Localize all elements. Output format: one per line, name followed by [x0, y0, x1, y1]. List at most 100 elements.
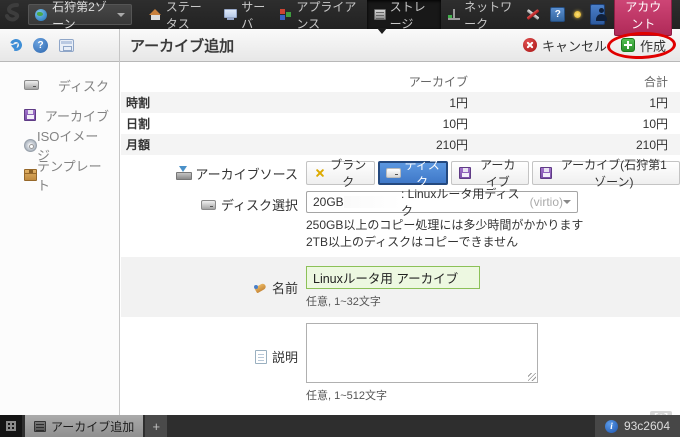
source-option-blank[interactable]: ブランク [306, 161, 375, 185]
description-textarea[interactable] [306, 323, 538, 383]
nav-label: ステータス [166, 0, 210, 32]
sidebar-item-disk[interactable]: ディスク [0, 70, 119, 100]
refresh-icon[interactable] [8, 37, 24, 53]
name-input[interactable] [306, 266, 480, 289]
disk-driver-text: (virtio) [530, 195, 563, 209]
zone-label: 石狩第2ゾーン [52, 0, 112, 32]
version-segment: 93c2604 [595, 415, 680, 437]
description-hint: 任意, 1~512文字 [306, 387, 680, 403]
archive-source-icon [176, 166, 190, 180]
top-bar: 石狩第2ゾーン ステータス サーバ アプライアンス ストレージ ネット [0, 0, 680, 29]
archive-source-row: アーカイブソース ブランク ディスク アーカイブ アーカイブ(石狩第1ゾーン) [121, 161, 680, 185]
disk-icon [24, 80, 39, 90]
nav-item-storage[interactable]: ストレージ [367, 0, 441, 29]
tools-icon[interactable] [525, 7, 541, 22]
sidebar-label: テンプレート [37, 156, 109, 194]
window-icon[interactable] [59, 39, 74, 52]
account-button[interactable]: アカウント [614, 0, 672, 36]
name-row: 名前 任意, 1~32文字 [121, 266, 680, 309]
sakura-cloud-logo [0, 0, 28, 29]
source-option-disk[interactable]: ディスク [378, 161, 448, 185]
grid-icon [6, 421, 16, 431]
tag-icon [252, 281, 267, 294]
zone-selector[interactable]: 石狩第2ゾーン [28, 4, 132, 25]
nav-label: ストレージ [390, 0, 434, 32]
disk-select-row: ディスク選択 20GB : Linuxルータ用ディスク (virtio) 250… [121, 191, 680, 251]
bottom-bar: アーカイブ追加 + 93c2604 [0, 415, 680, 437]
pricing-row-daily: 日割 10円 10円 [121, 113, 680, 134]
sidebar: ディスク アーカイブ ISOイメージ テンプレート [0, 62, 120, 415]
cancel-x-icon [523, 38, 537, 52]
storage-icon [34, 421, 46, 432]
create-button[interactable]: 作成 [621, 36, 666, 55]
create-label: 作成 [640, 36, 666, 55]
help-icon[interactable] [550, 7, 565, 22]
pricing-table: アーカイブ 合計 時割 1円 1円 日割 10円 10円 月額 210円 210… [121, 70, 680, 155]
description-row: 説明 任意, 1~512文字 [121, 323, 680, 403]
version-text: 93c2604 [624, 419, 670, 433]
name-label: 名前 [121, 278, 306, 297]
cancel-button[interactable]: キャンセル [523, 36, 607, 55]
cancel-label: キャンセル [542, 36, 607, 55]
nav-item-network[interactable]: ネットワーク [441, 0, 525, 29]
name-hint: 任意, 1~32文字 [306, 293, 680, 309]
disk-copy-help-1: 250GB以上のコピー処理には多少時間がかかります [306, 217, 680, 234]
pricing-row-hourly: 時割 1円 1円 [121, 92, 680, 113]
disk-select-dropdown[interactable]: 20GB : Linuxルータ用ディスク (virtio) [306, 191, 578, 213]
user-button[interactable] [590, 4, 605, 25]
sidebar-item-template[interactable]: テンプレート [0, 160, 119, 190]
nav-label: アプライアンス [296, 0, 359, 32]
chevron-down-icon [563, 200, 571, 204]
toolbar-left [0, 29, 120, 62]
task-tab-archive-add[interactable]: アーカイブ追加 [25, 415, 143, 437]
task-tab-label: アーカイブ追加 [51, 418, 134, 435]
blank-icon [314, 167, 326, 179]
nav-item-status[interactable]: ステータス [142, 0, 217, 29]
taskbar-grid-button[interactable] [0, 415, 22, 437]
archive-icon [459, 167, 471, 179]
nav-item-appliance[interactable]: アプライアンス [273, 0, 366, 29]
person-icon [595, 8, 608, 22]
name-field-band: 名前 任意, 1~32文字 [121, 257, 680, 317]
appliance-icon [280, 9, 292, 21]
main-content: アーカイブ 合計 時割 1円 1円 日割 10円 10円 月額 210円 210… [121, 62, 680, 415]
nav-label: サーバ [241, 0, 266, 32]
storage-icon [374, 9, 386, 20]
app-window: 石狩第2ゾーン ステータス サーバ アプライアンス ストレージ ネット [0, 0, 680, 437]
description-label: 説明 [121, 347, 306, 366]
create-plus-icon [621, 38, 635, 52]
info-icon [605, 420, 618, 433]
chevron-down-icon [117, 13, 125, 17]
archive-icon [24, 109, 36, 121]
notification-dot-icon [574, 11, 581, 18]
main-nav: ステータス サーバ アプライアンス ストレージ ネットワーク [142, 0, 526, 29]
archive-source-label: アーカイブソース [121, 164, 306, 183]
pricing-header-row: アーカイブ 合計 [121, 70, 680, 92]
pricing-col-archive: アーカイブ [281, 73, 468, 90]
network-icon [448, 9, 460, 21]
template-icon [24, 169, 37, 181]
sidebar-label: アーカイブ [45, 106, 109, 125]
pricing-col-total: 合計 [468, 73, 680, 90]
source-option-archive-zone1[interactable]: アーカイブ(石狩第1ゾーン) [532, 161, 680, 185]
action-buttons: キャンセル 作成 [523, 36, 680, 55]
globe-icon [35, 9, 47, 21]
page-title: アーカイブ追加 [120, 35, 523, 56]
disk-size-text: 20GB [313, 195, 344, 209]
source-option-archive[interactable]: アーカイブ [451, 161, 529, 185]
disk-copy-help-2: 2TB以上のディスクはコピーできません [306, 234, 680, 251]
server-icon [224, 9, 237, 18]
nav-item-server[interactable]: サーバ [217, 0, 273, 29]
disk-icon [201, 200, 216, 210]
new-tab-button[interactable]: + [145, 415, 167, 437]
redacted-disk-id [344, 196, 401, 208]
top-right-controls: アカウント [525, 0, 680, 36]
help-round-icon[interactable] [33, 38, 48, 53]
archive-icon [540, 167, 552, 179]
disk-icon [386, 168, 401, 178]
disk-name-text: : Linuxルータ用ディスク [401, 185, 526, 219]
disk-select-label: ディスク選択 [121, 195, 306, 214]
sidebar-label: ディスク [58, 76, 109, 95]
iso-icon [24, 139, 37, 152]
home-icon [149, 9, 162, 20]
